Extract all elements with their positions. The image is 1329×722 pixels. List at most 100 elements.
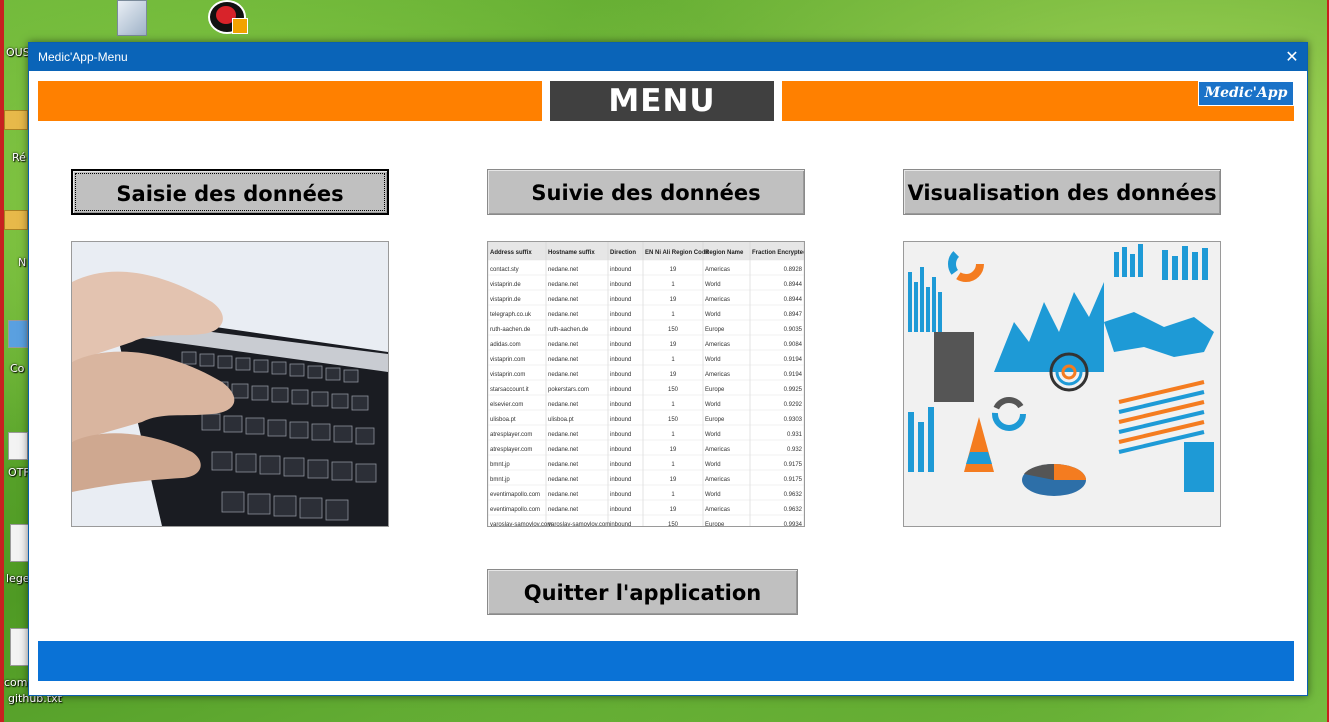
table-cell: World (705, 432, 721, 438)
desktop-file-icon[interactable] (10, 524, 30, 562)
table-cell: vistaprin.com (490, 372, 525, 378)
table-cell: inbound (610, 507, 631, 513)
footer-bar (38, 641, 1294, 681)
table-cell: nedane.net (548, 342, 578, 348)
table-cell: inbound (610, 447, 631, 453)
suivie-button[interactable]: Suivie des données (487, 169, 805, 215)
spreadsheet-image: Address suffix Hostname suffix Direction EN… (487, 241, 805, 527)
table-cell: World (705, 357, 721, 363)
desktop-folder-icon[interactable] (4, 110, 28, 130)
table-cell: Europe (705, 417, 725, 423)
table-cell: ulisboa.pt (548, 417, 574, 423)
table-cell: 0.9292 (784, 402, 803, 408)
table-cell: vistaprin.de (490, 282, 521, 288)
table-cell: inbound (610, 402, 631, 408)
table-cell: nedane.net (548, 477, 578, 483)
table-cell: 150 (668, 387, 679, 393)
table-cell: 0.9632 (784, 492, 803, 498)
desktop-file-icon[interactable] (117, 0, 147, 36)
table-cell: inbound (610, 462, 631, 468)
table-cell: World (705, 282, 721, 288)
table-cell: inbound (610, 522, 631, 526)
table-cell: World (705, 462, 721, 468)
table-cell: 0.9194 (784, 357, 803, 363)
table-cell: bmnt.jp (490, 462, 510, 468)
table-cell: nedane.net (548, 312, 578, 318)
keyboard-image (71, 241, 389, 527)
table-cell: 0.9925 (784, 387, 803, 393)
table-cell: inbound (610, 327, 631, 333)
table-cell: 0.9035 (784, 327, 803, 333)
table-cell: vistaprin.com (490, 357, 525, 363)
table-cell: Europe (705, 327, 725, 333)
table-cell: inbound (610, 372, 631, 378)
table-cell: atresplayer.com (490, 432, 532, 438)
table-header: Address suffix (490, 250, 532, 256)
desktop-file-icon[interactable] (10, 628, 30, 666)
table-cell: 0.9175 (784, 462, 803, 468)
table-cell: 0.8944 (784, 297, 803, 303)
table-cell: inbound (610, 357, 631, 363)
brand-logo: Medic'App (1198, 81, 1294, 106)
desktop-shortcut-icon[interactable] (8, 320, 28, 348)
table-header: Region Name (705, 250, 744, 256)
table-cell: bmnt.jp (490, 477, 510, 483)
table-cell: 0.8947 (784, 312, 803, 318)
table-cell: 0.931 (787, 432, 803, 438)
table-cell: 0.9175 (784, 477, 803, 483)
table-cell: 150 (668, 522, 679, 526)
table-header: EN Ni Ali Region Code (645, 250, 709, 256)
table-cell: 0.9194 (784, 372, 803, 378)
table-cell: inbound (610, 417, 631, 423)
desktop-icon-label[interactable]: OUS (6, 46, 30, 59)
table-cell: inbound (610, 477, 631, 483)
desktop-app-icon[interactable] (206, 0, 248, 34)
table-cell: pokerstars.com (548, 387, 589, 393)
table-cell: 19 (670, 477, 677, 483)
desktop-icon-label[interactable]: com (4, 676, 28, 689)
table-cell: inbound (610, 297, 631, 303)
close-icon[interactable]: ✕ (1277, 43, 1307, 71)
table-cell: telegraph.co.uk (490, 312, 532, 318)
table-cell: vistaprin.de (490, 297, 521, 303)
table-cell: nedane.net (548, 372, 578, 378)
table-cell: 0.9303 (784, 417, 803, 423)
table-cell: yaroslav-samoylov.com (548, 522, 610, 526)
table-cell: inbound (610, 387, 631, 393)
window-titlebar[interactable]: Medic'App-Menu ✕ (29, 43, 1307, 71)
charts-image (903, 241, 1221, 527)
desktop-icon-label[interactable]: lege (6, 572, 30, 585)
desktop-icon-label[interactable]: OTF (8, 466, 30, 479)
menu-heading: MENU (550, 81, 774, 121)
table-cell: eventimapollo.com (490, 492, 540, 498)
table-header: Direction (610, 250, 636, 256)
table-cell: 0.8944 (784, 282, 803, 288)
desktop-icon-label[interactable]: N (18, 256, 26, 269)
table-cell: Americas (705, 447, 730, 453)
desktop-icon-label[interactable]: Co (10, 362, 24, 375)
quit-button[interactable]: Quitter l'application (487, 569, 798, 615)
table-cell: Europe (705, 522, 725, 526)
saisie-button[interactable]: Saisie des données (71, 169, 389, 215)
table-cell: nedane.net (548, 402, 578, 408)
table-cell: ruth-aachen.de (490, 327, 531, 333)
desktop-file-icon[interactable] (8, 432, 28, 460)
table-cell: 0.9632 (784, 507, 803, 513)
table-cell: 150 (668, 327, 679, 333)
table-cell: inbound (610, 312, 631, 318)
table-cell: Americas (705, 477, 730, 483)
table-cell: inbound (610, 282, 631, 288)
table-cell: nedane.net (548, 432, 578, 438)
table-cell: ruth-aachen.de (548, 327, 589, 333)
table-cell: Americas (705, 297, 730, 303)
desktop-folder-icon[interactable] (4, 210, 28, 230)
table-header: Hostname suffix (548, 250, 595, 256)
desktop-icon-label[interactable]: Ré (12, 151, 26, 164)
visualisation-button[interactable]: Visualisation des données (903, 169, 1221, 215)
table-cell: contact.sty (490, 267, 519, 273)
table-cell: World (705, 312, 721, 318)
table-cell: Europe (705, 387, 725, 393)
table-cell: 150 (668, 417, 679, 423)
table-cell: 19 (670, 297, 677, 303)
table-cell: Americas (705, 342, 730, 348)
